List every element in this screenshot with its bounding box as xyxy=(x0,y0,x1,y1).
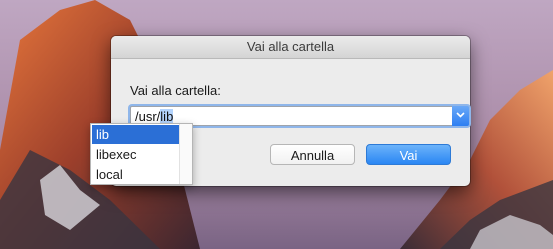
path-text[interactable]: /usr/lib xyxy=(135,109,174,124)
path-dropdown-button[interactable] xyxy=(452,106,469,126)
path-selected-text: lib xyxy=(160,109,174,124)
dialog-title: Vai alla cartella xyxy=(111,36,470,59)
cancel-button[interactable]: Annulla xyxy=(270,144,355,165)
suggestions-scrollbar[interactable] xyxy=(179,124,192,184)
chevron-down-icon xyxy=(456,112,465,118)
path-suggestions-list: lib libexec local xyxy=(90,123,193,185)
suggestion-item-local[interactable]: local xyxy=(92,165,180,184)
go-button[interactable]: Vai xyxy=(366,144,451,165)
path-prefix: /usr/ xyxy=(135,109,161,124)
suggestion-item-libexec[interactable]: libexec xyxy=(92,145,180,164)
prompt-label: Vai alla cartella: xyxy=(130,83,221,98)
suggestion-item-lib[interactable]: lib xyxy=(92,125,180,144)
